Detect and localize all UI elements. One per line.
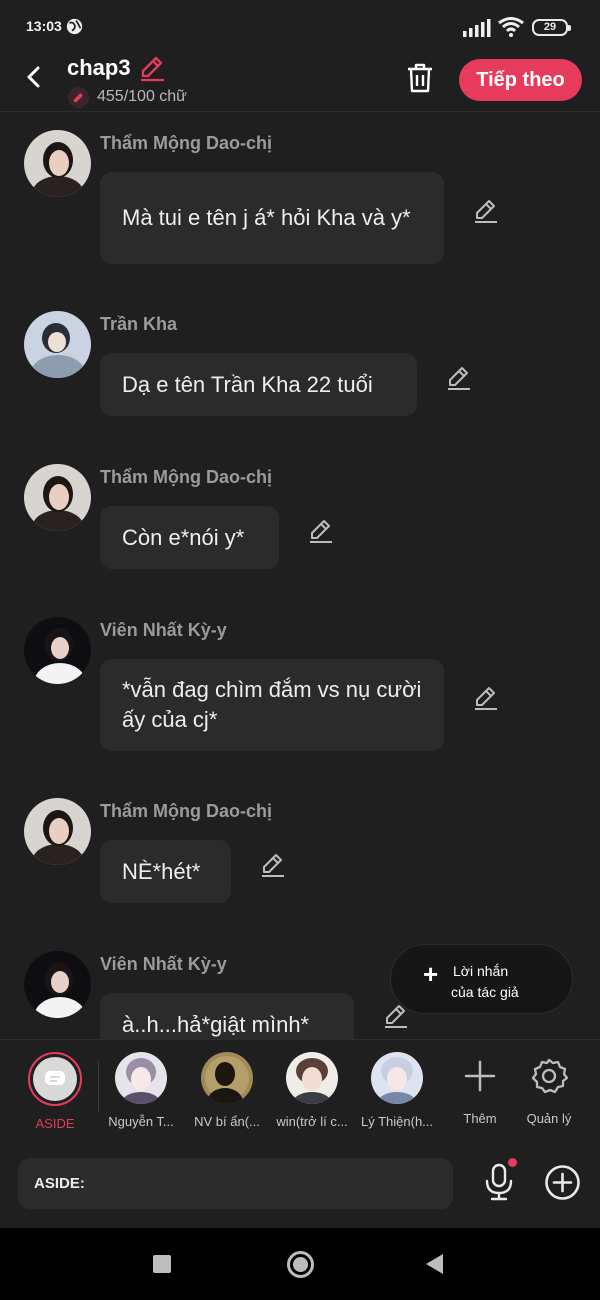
avatar-tran-kha[interactable] [24, 311, 91, 378]
home-icon[interactable] [287, 1251, 314, 1278]
word-count-text: 455/100 chữ [97, 88, 187, 105]
message-bubble[interactable]: Dạ e tên Trần Kha 22 tuổi [100, 353, 417, 416]
manage-label: Quản lý [526, 1111, 572, 1126]
browser-ball-icon [66, 18, 83, 35]
sender-name: Viên Nhất Kỳ-y [100, 620, 227, 640]
author-note-button[interactable]: + Lời nhắn của tác giả [390, 944, 573, 1014]
message-bubble[interactable]: à..h...hả*giật mình* [100, 993, 354, 1039]
chapter-title[interactable]: chap3 [67, 55, 131, 81]
system-back-icon[interactable] [426, 1254, 443, 1274]
sender-name: Thẩm Mộng Dao-chị [100, 467, 272, 487]
message-text: Mà tui e tên j á* hỏi Kha và y* [122, 205, 411, 230]
message-text: à..h...hả*giật mình* [122, 1011, 310, 1037]
message-list[interactable]: Thẩm Mộng Dao-chị Mà tui e tên j á* hỏi … [0, 113, 600, 1039]
plus-icon: + [423, 959, 439, 989]
avatar-vien-nhat-ky[interactable] [24, 951, 91, 1018]
message-bubble[interactable]: NÈ*hét* [100, 840, 231, 903]
character-avatar [371, 1052, 423, 1104]
editor-header: chap3 455/100 chữ Tiếp theo [0, 50, 600, 112]
edit-message-icon[interactable] [307, 517, 335, 545]
character-item[interactable]: NV bí ẩn(... [184, 1052, 270, 1129]
small-pencil-icon [68, 86, 89, 108]
recents-icon[interactable] [153, 1255, 171, 1273]
avatar-vien-nhat-ky[interactable] [24, 617, 91, 684]
author-note-line1: Lời nhắn [453, 963, 509, 979]
status-time: 13:03 [26, 18, 62, 34]
message-text: NÈ*hét* [122, 858, 201, 884]
message-bubble[interactable]: *vẫn đag chìm đắm vs nụ cười ấy của cj* [100, 659, 444, 751]
next-button[interactable]: Tiếp theo [459, 59, 582, 101]
character-label: ASIDE [35, 1116, 75, 1131]
notification-dot [508, 1158, 517, 1167]
character-label: Lý Thiện(h... [360, 1114, 434, 1129]
plus-icon [464, 1060, 496, 1092]
edit-message-icon[interactable] [472, 684, 500, 712]
status-bar: 13:03 29 [0, 0, 600, 50]
avatar-tham-mong-dao[interactable] [24, 464, 91, 531]
message-text: Dạ e tên Trần Kha 22 tuổi [122, 371, 373, 397]
aside-avatar [28, 1052, 82, 1106]
character-avatar [201, 1052, 253, 1104]
wifi-icon [498, 17, 524, 37]
avatar-tham-mong-dao[interactable] [24, 130, 91, 197]
edit-message-icon[interactable] [259, 851, 287, 879]
manage-button[interactable]: Quản lý [514, 1052, 584, 1126]
system-nav-bar [0, 1228, 600, 1300]
character-item[interactable]: Lý Thiện(h... [354, 1052, 440, 1129]
character-label: win(trở lí c... [276, 1114, 348, 1129]
character-avatar [115, 1052, 167, 1104]
signal-icon [463, 19, 491, 37]
message-bubble[interactable]: Còn e*nói y* [100, 506, 279, 569]
composer [0, 1140, 600, 1228]
character-bar: ASIDE Nguyễn T... NV bí ẩn(... win(trở l… [0, 1039, 600, 1139]
character-aside[interactable]: ASIDE [12, 1052, 98, 1131]
character-item[interactable]: Nguyễn T... [98, 1052, 184, 1129]
microphone-icon[interactable] [482, 1162, 516, 1202]
more-label: Thêm [463, 1111, 497, 1126]
message-text: Còn e*nói y* [122, 524, 245, 550]
character-label: Nguyễn T... [108, 1114, 174, 1129]
character-avatar [286, 1052, 338, 1104]
avatar-tham-mong-dao[interactable] [24, 798, 91, 865]
sender-name: Trần Kha [100, 314, 178, 334]
word-count: 455/100 chữ [68, 86, 187, 108]
sender-name: Thẩm Mộng Dao-chị [100, 801, 272, 821]
add-character-button[interactable]: Thêm [445, 1052, 515, 1126]
edit-message-icon[interactable] [472, 197, 500, 225]
add-circle-icon[interactable] [544, 1164, 581, 1201]
message-bubble[interactable]: Mà tui e tên j á* hỏi Kha và y* [100, 172, 444, 264]
chat-bubble-icon [45, 1071, 65, 1085]
sender-name: Thẩm Mộng Dao-chị [100, 133, 272, 153]
gear-icon [531, 1058, 569, 1094]
back-arrow-icon[interactable] [18, 60, 52, 94]
character-item[interactable]: win(trở lí c... [269, 1052, 355, 1129]
battery-icon: 29 [532, 19, 571, 36]
pencil-icon[interactable] [138, 56, 166, 82]
message-input[interactable] [18, 1158, 453, 1209]
edit-message-icon[interactable] [445, 364, 473, 392]
author-note-line2: của tác giả [451, 984, 519, 1000]
character-label: NV bí ẩn(... [194, 1114, 260, 1129]
sender-name: Viên Nhất Kỳ-y [100, 954, 227, 974]
message-text: *vẫn đag chìm đắm vs nụ cười ấy của cj* [122, 677, 422, 732]
trash-icon[interactable] [404, 62, 436, 94]
